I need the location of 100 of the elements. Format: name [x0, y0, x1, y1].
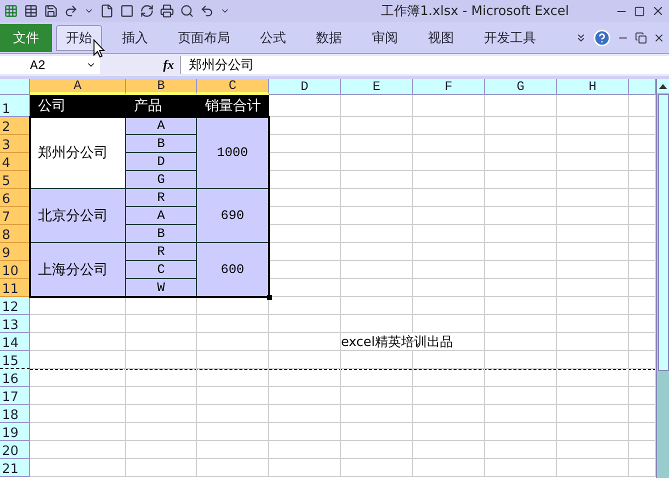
- empty-cell[interactable]: [413, 225, 485, 243]
- row-header[interactable]: 21: [0, 459, 30, 477]
- empty-cell[interactable]: [269, 153, 341, 171]
- empty-cell[interactable]: [126, 387, 197, 405]
- empty-cell[interactable]: [341, 171, 413, 189]
- empty-cell[interactable]: [413, 441, 485, 459]
- empty-cell[interactable]: [269, 387, 341, 405]
- new-document-icon[interactable]: [100, 4, 114, 18]
- save-icon[interactable]: [44, 4, 58, 18]
- empty-cell[interactable]: [485, 117, 557, 135]
- chevron-icon[interactable]: [575, 32, 587, 44]
- empty-cell[interactable]: [341, 153, 413, 171]
- empty-cell[interactable]: [341, 261, 413, 279]
- ribbon-tab[interactable]: 开始: [56, 24, 102, 50]
- empty-cell[interactable]: [341, 315, 413, 333]
- empty-cell[interactable]: [341, 369, 413, 387]
- empty-cell[interactable]: [269, 135, 341, 153]
- column-header[interactable]: H: [557, 79, 629, 95]
- column-header[interactable]: A: [30, 79, 126, 95]
- row-header[interactable]: 6: [0, 189, 30, 207]
- empty-cell[interactable]: [485, 441, 557, 459]
- empty-cell[interactable]: [413, 243, 485, 261]
- empty-cell[interactable]: [269, 333, 341, 351]
- empty-cell[interactable]: [413, 315, 485, 333]
- row-header[interactable]: 4: [0, 153, 30, 171]
- empty-cell[interactable]: [413, 135, 485, 153]
- row-header[interactable]: 16: [0, 369, 30, 387]
- refresh-icon[interactable]: [140, 4, 154, 18]
- empty-cell[interactable]: [485, 153, 557, 171]
- empty-cell[interactable]: [557, 207, 629, 225]
- ribbon-tab[interactable]: 开发工具: [474, 24, 546, 50]
- empty-cell[interactable]: [557, 459, 629, 477]
- column-header[interactable]: D: [269, 79, 341, 95]
- empty-cell[interactable]: [341, 95, 413, 117]
- empty-cell[interactable]: [197, 351, 269, 369]
- empty-cell[interactable]: [413, 189, 485, 207]
- row-header[interactable]: 14: [0, 333, 30, 351]
- row-header[interactable]: 17: [0, 387, 30, 405]
- search-icon[interactable]: [180, 4, 194, 18]
- select-all-button[interactable]: [0, 79, 30, 95]
- empty-cell[interactable]: [557, 315, 629, 333]
- empty-cell[interactable]: [413, 207, 485, 225]
- ribbon-tab[interactable]: 公式: [250, 24, 296, 50]
- row-header[interactable]: 3: [0, 135, 30, 153]
- close-icon[interactable]: [653, 32, 665, 44]
- empty-cell[interactable]: [269, 117, 341, 135]
- empty-cell[interactable]: [126, 369, 197, 387]
- square-icon[interactable]: [120, 4, 134, 18]
- column-header[interactable]: C: [197, 79, 269, 95]
- empty-cell[interactable]: [557, 95, 629, 117]
- empty-cell[interactable]: [485, 369, 557, 387]
- ribbon-tab[interactable]: 插入: [112, 24, 158, 50]
- ribbon-tab[interactable]: 视图: [418, 24, 464, 50]
- ribbon-tab[interactable]: 审阅: [362, 24, 408, 50]
- row-header[interactable]: 20: [0, 441, 30, 459]
- empty-cell[interactable]: [485, 405, 557, 423]
- empty-cell[interactable]: [341, 441, 413, 459]
- column-header[interactable]: F: [413, 79, 485, 95]
- empty-cell[interactable]: [269, 189, 341, 207]
- empty-cell[interactable]: [557, 261, 629, 279]
- empty-cell[interactable]: [485, 351, 557, 369]
- scroll-thumb[interactable]: [658, 94, 668, 371]
- empty-cell[interactable]: [126, 315, 197, 333]
- empty-cell[interactable]: [197, 441, 269, 459]
- restore-icon[interactable]: [634, 6, 645, 16]
- scroll-up-button[interactable]: [657, 79, 669, 93]
- row-header[interactable]: 13: [0, 315, 30, 333]
- empty-cell[interactable]: [557, 423, 629, 441]
- row-header[interactable]: 18: [0, 405, 30, 423]
- empty-cell[interactable]: [485, 243, 557, 261]
- row-header[interactable]: 15: [0, 351, 30, 369]
- empty-cell[interactable]: [557, 441, 629, 459]
- empty-cell[interactable]: [269, 207, 341, 225]
- empty-cell[interactable]: [197, 387, 269, 405]
- empty-cell[interactable]: [413, 117, 485, 135]
- restore-icon[interactable]: [635, 32, 647, 44]
- row-header[interactable]: 19: [0, 423, 30, 441]
- empty-cell[interactable]: [413, 387, 485, 405]
- empty-cell[interactable]: [413, 459, 485, 477]
- help-icon[interactable]: [593, 28, 611, 46]
- empty-cell[interactable]: [197, 369, 269, 387]
- row-header[interactable]: 8: [0, 225, 30, 243]
- empty-cell[interactable]: [485, 459, 557, 477]
- empty-cell[interactable]: [341, 135, 413, 153]
- empty-cell[interactable]: [557, 117, 629, 135]
- empty-cell[interactable]: [485, 207, 557, 225]
- empty-cell[interactable]: [269, 369, 341, 387]
- empty-cell[interactable]: [485, 333, 557, 351]
- empty-cell[interactable]: [413, 261, 485, 279]
- empty-cell[interactable]: [126, 405, 197, 423]
- empty-cell[interactable]: [485, 261, 557, 279]
- name-box[interactable]: A2: [0, 56, 100, 74]
- empty-cell[interactable]: [341, 117, 413, 135]
- empty-cell[interactable]: [269, 441, 341, 459]
- empty-cell[interactable]: [126, 333, 197, 351]
- column-header[interactable]: G: [485, 79, 557, 95]
- empty-cell[interactable]: [126, 459, 197, 477]
- empty-cell[interactable]: [341, 423, 413, 441]
- undo-icon[interactable]: [200, 4, 214, 18]
- empty-cell[interactable]: [341, 189, 413, 207]
